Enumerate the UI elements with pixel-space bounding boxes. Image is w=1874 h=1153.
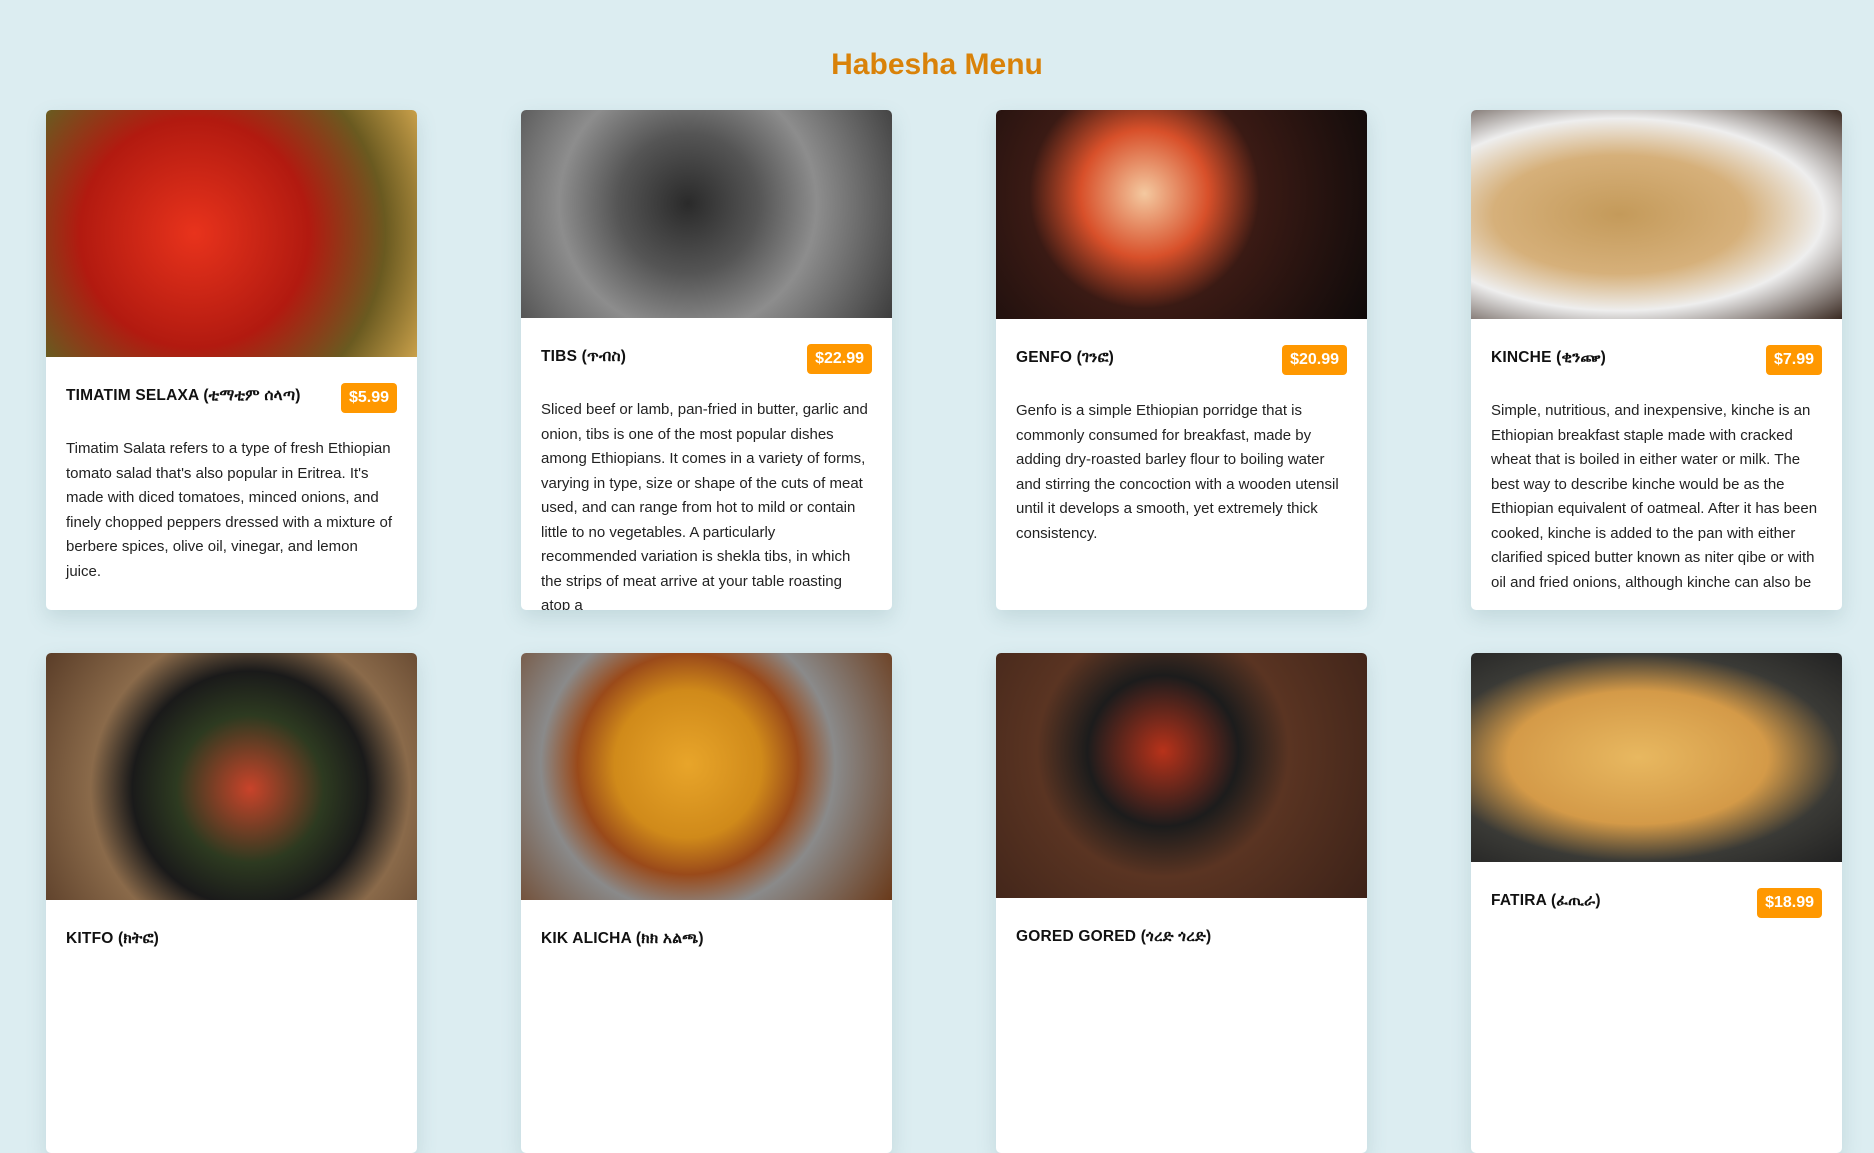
item-description: Simple, nutritious, and inexpensive, kin… bbox=[1491, 402, 1818, 591]
food-image bbox=[521, 110, 892, 318]
menu-card-kinche: KINCHE (ቂንጬ) $7.99 Simple, nutritious, an… bbox=[1471, 110, 1842, 610]
menu-card-fatira: FATIRA (ፈጢራ) $18.99 bbox=[1471, 653, 1842, 1153]
food-image bbox=[521, 653, 892, 900]
item-name: KINCHE (ቂንጬ) bbox=[1491, 349, 1606, 366]
item-description: Sliced beef or lamb, pan-fried in butter… bbox=[541, 401, 868, 610]
item-name: GENFO (ገንፎ) bbox=[1016, 349, 1115, 366]
menu-card-genfo: GENFO (ገንፎ) $20.99 Genfo is a simple Ethi… bbox=[996, 110, 1367, 610]
item-name: KITFO (ክትፎ) bbox=[66, 930, 160, 947]
item-description: Timatim Salata refers to a type of fresh… bbox=[66, 440, 393, 580]
food-image bbox=[46, 110, 417, 357]
menu-card-timatim: TIMATIM SELAXA (ቲማቲም ሰላጣ) $5.99 Timatim S… bbox=[46, 110, 417, 610]
item-name: GORED GORED (ጎረድ ጎረድ) bbox=[1016, 928, 1212, 945]
item-name: TIBS (ጥብስ) bbox=[541, 348, 627, 365]
menu-card-kik-alicha: KIK ALICHA (ክክ አልጫ) bbox=[521, 653, 892, 1153]
food-image bbox=[996, 110, 1367, 319]
price-badge: $5.99 bbox=[340, 383, 397, 413]
price-badge: $7.99 bbox=[1765, 345, 1822, 375]
price-badge: $18.99 bbox=[1757, 888, 1822, 918]
menu-card-kitfo: KITFO (ክትፎ) bbox=[46, 653, 417, 1153]
food-image bbox=[1471, 653, 1842, 862]
menu-card-tibs: TIBS (ጥብስ) $22.99 Sliced beef or lamb, pa… bbox=[521, 110, 892, 610]
food-image bbox=[46, 653, 417, 900]
item-name: TIMATIM SELAXA (ቲማቲም ሰላጣ) bbox=[66, 387, 301, 404]
item-name: FATIRA (ፈጢራ) bbox=[1491, 892, 1601, 909]
price-badge: $20.99 bbox=[1282, 345, 1347, 375]
page-title: Habesha Menu bbox=[831, 48, 1043, 81]
item-description: Genfo is a simple Ethiopian porridge tha… bbox=[1016, 402, 1339, 542]
food-image bbox=[996, 653, 1367, 898]
menu-card-gored-gored: GORED GORED (ጎረድ ጎረድ) bbox=[996, 653, 1367, 1153]
item-name: KIK ALICHA (ክክ አልጫ) bbox=[541, 930, 704, 947]
price-badge: $22.99 bbox=[807, 344, 872, 374]
food-image bbox=[1471, 110, 1842, 319]
